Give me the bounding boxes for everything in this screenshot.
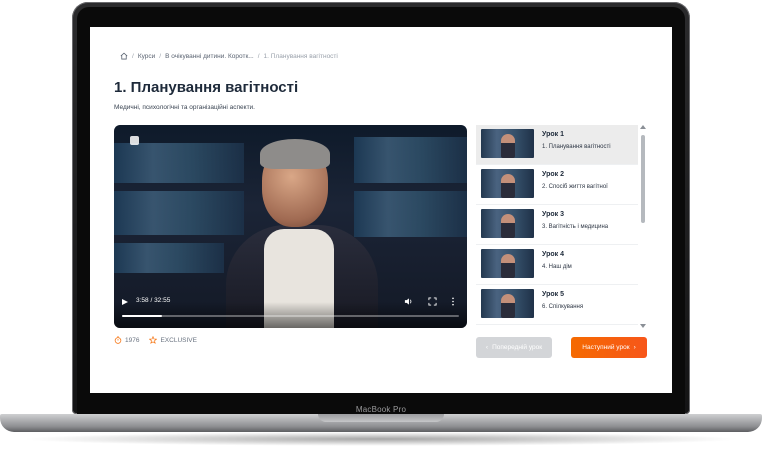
page-subtitle: Медичні, психологічні та організаційні а… bbox=[114, 104, 255, 111]
logo-mark-icon bbox=[130, 136, 139, 145]
lesson-label: Урок 1 bbox=[542, 131, 564, 138]
video-scene bbox=[354, 191, 467, 237]
video-scene bbox=[114, 243, 224, 273]
breadcrumb: / Курси / В очікуванні дитини. Коротк...… bbox=[120, 52, 338, 60]
breadcrumb-courses[interactable]: Курси bbox=[138, 53, 155, 60]
video-scene bbox=[354, 137, 467, 183]
video-time: 3:58 / 32:55 bbox=[136, 297, 171, 304]
scroll-thumb[interactable] bbox=[641, 135, 645, 223]
lesson-text: Урок 2 2. Спосіб життя вагітної bbox=[542, 169, 608, 190]
next-lesson-button[interactable]: Наступний урок › bbox=[571, 337, 647, 358]
lesson-thumbnail bbox=[481, 209, 534, 238]
video-scene bbox=[114, 143, 244, 183]
lesson-item[interactable]: Урок 3 3. Вагітність і медицина bbox=[476, 205, 638, 245]
lesson-label: Урок 5 bbox=[542, 291, 564, 298]
next-lesson-label: Наступний урок bbox=[582, 344, 630, 351]
lesson-item[interactable]: Урок 5 6. Спілкування bbox=[476, 285, 638, 325]
home-icon[interactable] bbox=[120, 52, 128, 60]
lesson-title: 6. Спілкування bbox=[542, 304, 584, 310]
lesson-text: Урок 4 4. Наш дім bbox=[542, 249, 572, 270]
exclusive-label: EXCLUSIVE bbox=[160, 336, 197, 344]
breadcrumb-separator: / bbox=[257, 52, 260, 60]
lesson-text: Урок 1 1. Планування вагітності bbox=[542, 129, 611, 150]
lesson-stats: 1976 EXCLUSIVE bbox=[114, 336, 197, 344]
lesson-item[interactable]: Урок 4 4. Наш дім bbox=[476, 245, 638, 285]
video-progress-bar[interactable] bbox=[122, 315, 459, 317]
views-stat: 1976 bbox=[114, 336, 139, 344]
volume-icon[interactable] bbox=[404, 297, 413, 306]
breadcrumb-separator: / bbox=[132, 52, 134, 60]
lesson-item[interactable]: Урок 2 2. Спосіб життя вагітної bbox=[476, 165, 638, 205]
lesson-title: 2. Спосіб життя вагітної bbox=[542, 184, 608, 190]
lesson-label: Урок 4 bbox=[542, 251, 564, 258]
exclusive-badge: EXCLUSIVE bbox=[149, 336, 197, 344]
previous-lesson-label: Попередній урок bbox=[492, 344, 543, 351]
lessons-list: Урок 1 1. Планування вагітності Урок 2 2. С… bbox=[476, 125, 638, 328]
laptop-shadow bbox=[20, 432, 742, 446]
chevron-left-icon: ‹ bbox=[485, 344, 489, 351]
scroll-up-arrow-icon[interactable] bbox=[640, 125, 646, 129]
device-label: MacBook Pro bbox=[355, 405, 407, 414]
star-icon bbox=[149, 336, 158, 344]
lesson-text: Урок 5 6. Спілкування bbox=[542, 289, 583, 310]
lesson-thumbnail bbox=[481, 169, 534, 198]
lesson-item[interactable]: Урок 1 1. Планування вагітності bbox=[476, 125, 638, 165]
video-scene bbox=[114, 191, 244, 235]
timer-icon bbox=[114, 336, 122, 344]
lesson-title: 4. Наш дім bbox=[542, 264, 572, 270]
previous-lesson-button[interactable]: ‹ Попередній урок bbox=[476, 337, 552, 358]
lesson-text: Урок 3 3. Вагітність і медицина bbox=[542, 209, 608, 230]
laptop-mockup: MacBook Pro / Курси / В очікуванні дитин… bbox=[0, 0, 762, 453]
video-player[interactable]: 3:58 / 32:55 bbox=[114, 125, 467, 328]
laptop-screen: / Курси / В очікуванні дитини. Коротк...… bbox=[90, 27, 672, 393]
video-progress-fill bbox=[122, 315, 163, 317]
laptop-notch bbox=[318, 414, 444, 422]
lesson-thumbnail bbox=[481, 129, 534, 158]
page-title: 1. Планування вагітності bbox=[114, 79, 299, 96]
breadcrumb-separator: / bbox=[159, 52, 162, 60]
video-presenter-hair bbox=[260, 139, 330, 169]
scroll-down-arrow-icon[interactable] bbox=[640, 324, 646, 328]
views-count: 1976 bbox=[125, 336, 140, 344]
video-watermark-logo bbox=[130, 136, 139, 145]
more-options-icon[interactable] bbox=[451, 297, 455, 306]
lesson-thumbnail bbox=[481, 249, 534, 278]
lessons-scrollbar[interactable] bbox=[640, 125, 646, 328]
lesson-title: 3. Вагітність і медицина bbox=[542, 224, 609, 230]
chevron-right-icon: › bbox=[633, 344, 636, 351]
lesson-label: Урок 2 bbox=[542, 171, 564, 178]
lesson-thumbnail bbox=[481, 289, 534, 318]
lesson-label: Урок 3 bbox=[542, 211, 564, 218]
lesson-title: 1. Планування вагітності bbox=[542, 144, 611, 150]
breadcrumb-course[interactable]: В очікуванні дитини. Коротк... bbox=[165, 53, 254, 60]
play-icon[interactable] bbox=[122, 299, 128, 305]
fullscreen-icon[interactable] bbox=[428, 297, 437, 306]
breadcrumb-current: 1. Планування вагітності bbox=[263, 52, 338, 60]
